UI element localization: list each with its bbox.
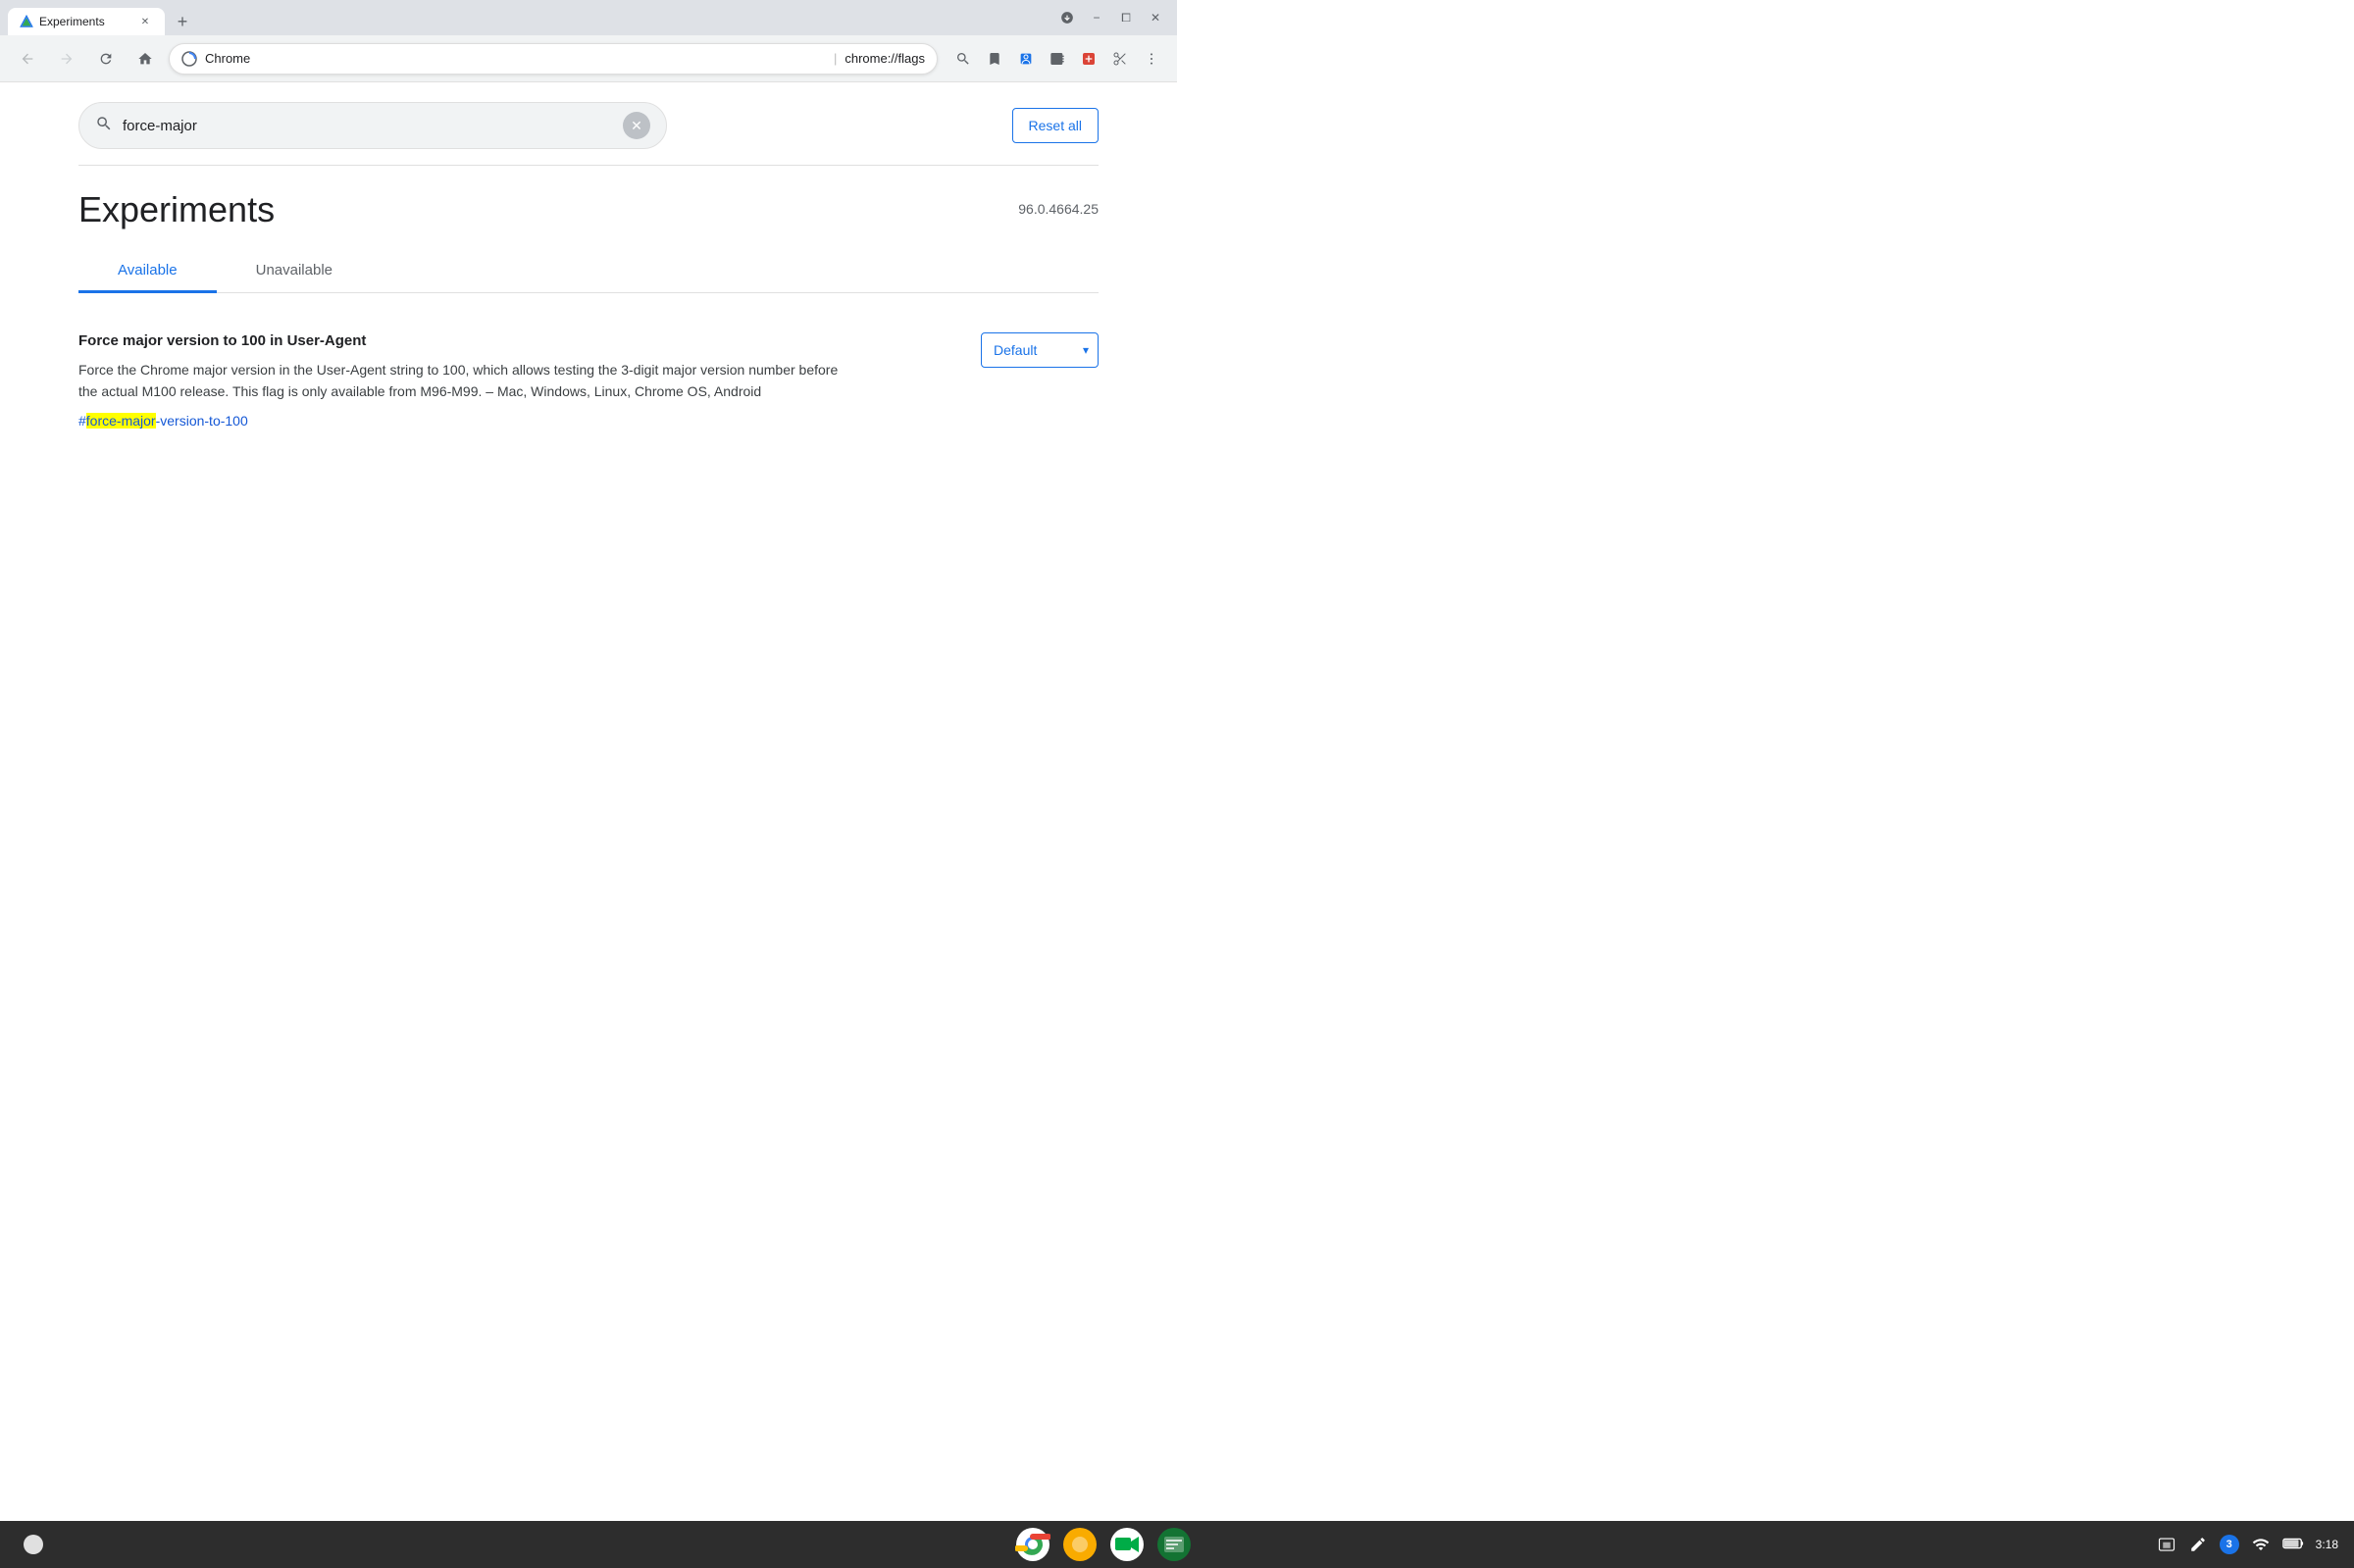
bookmark-icon-btn[interactable] bbox=[981, 45, 1008, 73]
search-bar-wrapper: ✕ Reset all bbox=[78, 102, 1099, 149]
new-tab-button[interactable]: + bbox=[169, 8, 196, 35]
address-url: chrome://flags bbox=[844, 51, 925, 66]
scissors-icon[interactable] bbox=[1106, 45, 1134, 73]
tab-available[interactable]: Available bbox=[78, 250, 217, 293]
flag-content: Force major version to 100 in User-Agent… bbox=[78, 332, 844, 430]
reload-button[interactable] bbox=[90, 43, 122, 75]
title-bar: Experiments ✕ + − ⧠ ✕ bbox=[0, 0, 1177, 35]
wifi-icon bbox=[2251, 1535, 2271, 1554]
taskbar: 3 3:18 bbox=[0, 1521, 2354, 1568]
menu-button[interactable] bbox=[1138, 45, 1165, 73]
page-title: Experiments bbox=[78, 189, 275, 230]
address-favicon bbox=[181, 51, 197, 67]
flag-item: Force major version to 100 in User-Agent… bbox=[78, 317, 1099, 446]
address-bar[interactable]: Chrome | chrome://flags bbox=[169, 43, 938, 75]
navigation-bar: Chrome | chrome://flags bbox=[0, 35, 1177, 82]
address-separator: | bbox=[834, 51, 837, 66]
taskbar-right: 3 3:18 bbox=[2157, 1535, 2338, 1554]
tab-unavailable[interactable]: Unavailable bbox=[217, 250, 372, 293]
active-tab[interactable]: Experiments ✕ bbox=[8, 8, 165, 35]
search-section: ✕ Reset all bbox=[0, 82, 1177, 166]
forward-button[interactable] bbox=[51, 43, 82, 75]
version-text: 96.0.4664.25 bbox=[1018, 201, 1099, 217]
maximize-button[interactable]: ⧠ bbox=[1112, 4, 1140, 31]
address-site-name: Chrome bbox=[205, 51, 826, 66]
taskbar-circle-icon[interactable] bbox=[16, 1527, 51, 1562]
tab-close-btn[interactable]: ✕ bbox=[137, 14, 153, 29]
tabs-section: Available Unavailable bbox=[0, 230, 1177, 293]
search-input[interactable] bbox=[123, 118, 613, 134]
extension-icon-1[interactable] bbox=[1044, 45, 1071, 73]
tabs-bar: Available Unavailable bbox=[78, 250, 1099, 293]
tab-favicon bbox=[20, 15, 33, 28]
taskbar-green-app-icon[interactable] bbox=[1156, 1527, 1192, 1562]
search-bar-container: ✕ bbox=[78, 102, 667, 149]
battery-icon bbox=[2282, 1538, 2304, 1552]
taskbar-yellow-app-icon[interactable] bbox=[1062, 1527, 1098, 1562]
minimize-button[interactable]: − bbox=[1083, 4, 1110, 31]
page-content: ✕ Reset all Experiments 96.0.4664.25 Ava… bbox=[0, 82, 1177, 784]
reset-all-button[interactable]: Reset all bbox=[1012, 108, 1099, 143]
flag-control: Default Enabled Disabled bbox=[981, 332, 1099, 368]
browser-frame: Experiments ✕ + − ⧠ ✕ bbox=[0, 0, 1177, 784]
download-btn[interactable] bbox=[1053, 4, 1081, 31]
tray-screenshot-icon[interactable] bbox=[2157, 1535, 2176, 1554]
tray-pen-icon[interactable] bbox=[2188, 1535, 2208, 1554]
flag-description: Force the Chrome major version in the Us… bbox=[78, 359, 844, 403]
flag-link[interactable]: #force-major-version-to-100 bbox=[78, 413, 248, 429]
home-button[interactable] bbox=[129, 43, 161, 75]
taskbar-center bbox=[51, 1527, 2157, 1562]
flag-link-hash: # bbox=[78, 413, 86, 429]
taskbar-meet-icon[interactable] bbox=[1109, 1527, 1145, 1562]
search-icon bbox=[95, 115, 113, 137]
flag-dropdown-wrapper: Default Enabled Disabled bbox=[981, 332, 1099, 368]
flag-section: Force major version to 100 in User-Agent… bbox=[0, 293, 1177, 470]
close-button[interactable]: ✕ bbox=[1142, 4, 1169, 31]
tab-bar: Experiments ✕ + bbox=[8, 0, 1053, 35]
flag-link-highlight: force-major bbox=[86, 413, 156, 429]
taskbar-time: 3:18 bbox=[2316, 1538, 2338, 1551]
window-controls: − ⧠ ✕ bbox=[1053, 4, 1169, 31]
notification-badge[interactable]: 3 bbox=[2220, 1535, 2239, 1554]
nav-action-icons bbox=[949, 45, 1165, 73]
back-button[interactable] bbox=[12, 43, 43, 75]
search-icon-btn[interactable] bbox=[949, 45, 977, 73]
experiments-header: Experiments 96.0.4664.25 bbox=[0, 166, 1177, 230]
profile-icon-btn[interactable] bbox=[1012, 45, 1040, 73]
flag-link-suffix: -version-to-100 bbox=[156, 413, 248, 429]
taskbar-chrome-icon[interactable] bbox=[1015, 1527, 1050, 1562]
tab-title: Experiments bbox=[39, 15, 131, 28]
extension-icon-2[interactable] bbox=[1075, 45, 1102, 73]
flag-dropdown[interactable]: Default Enabled Disabled bbox=[981, 332, 1099, 368]
taskbar-left bbox=[16, 1527, 51, 1562]
flag-title: Force major version to 100 in User-Agent bbox=[78, 332, 844, 349]
search-clear-button[interactable]: ✕ bbox=[623, 112, 650, 139]
